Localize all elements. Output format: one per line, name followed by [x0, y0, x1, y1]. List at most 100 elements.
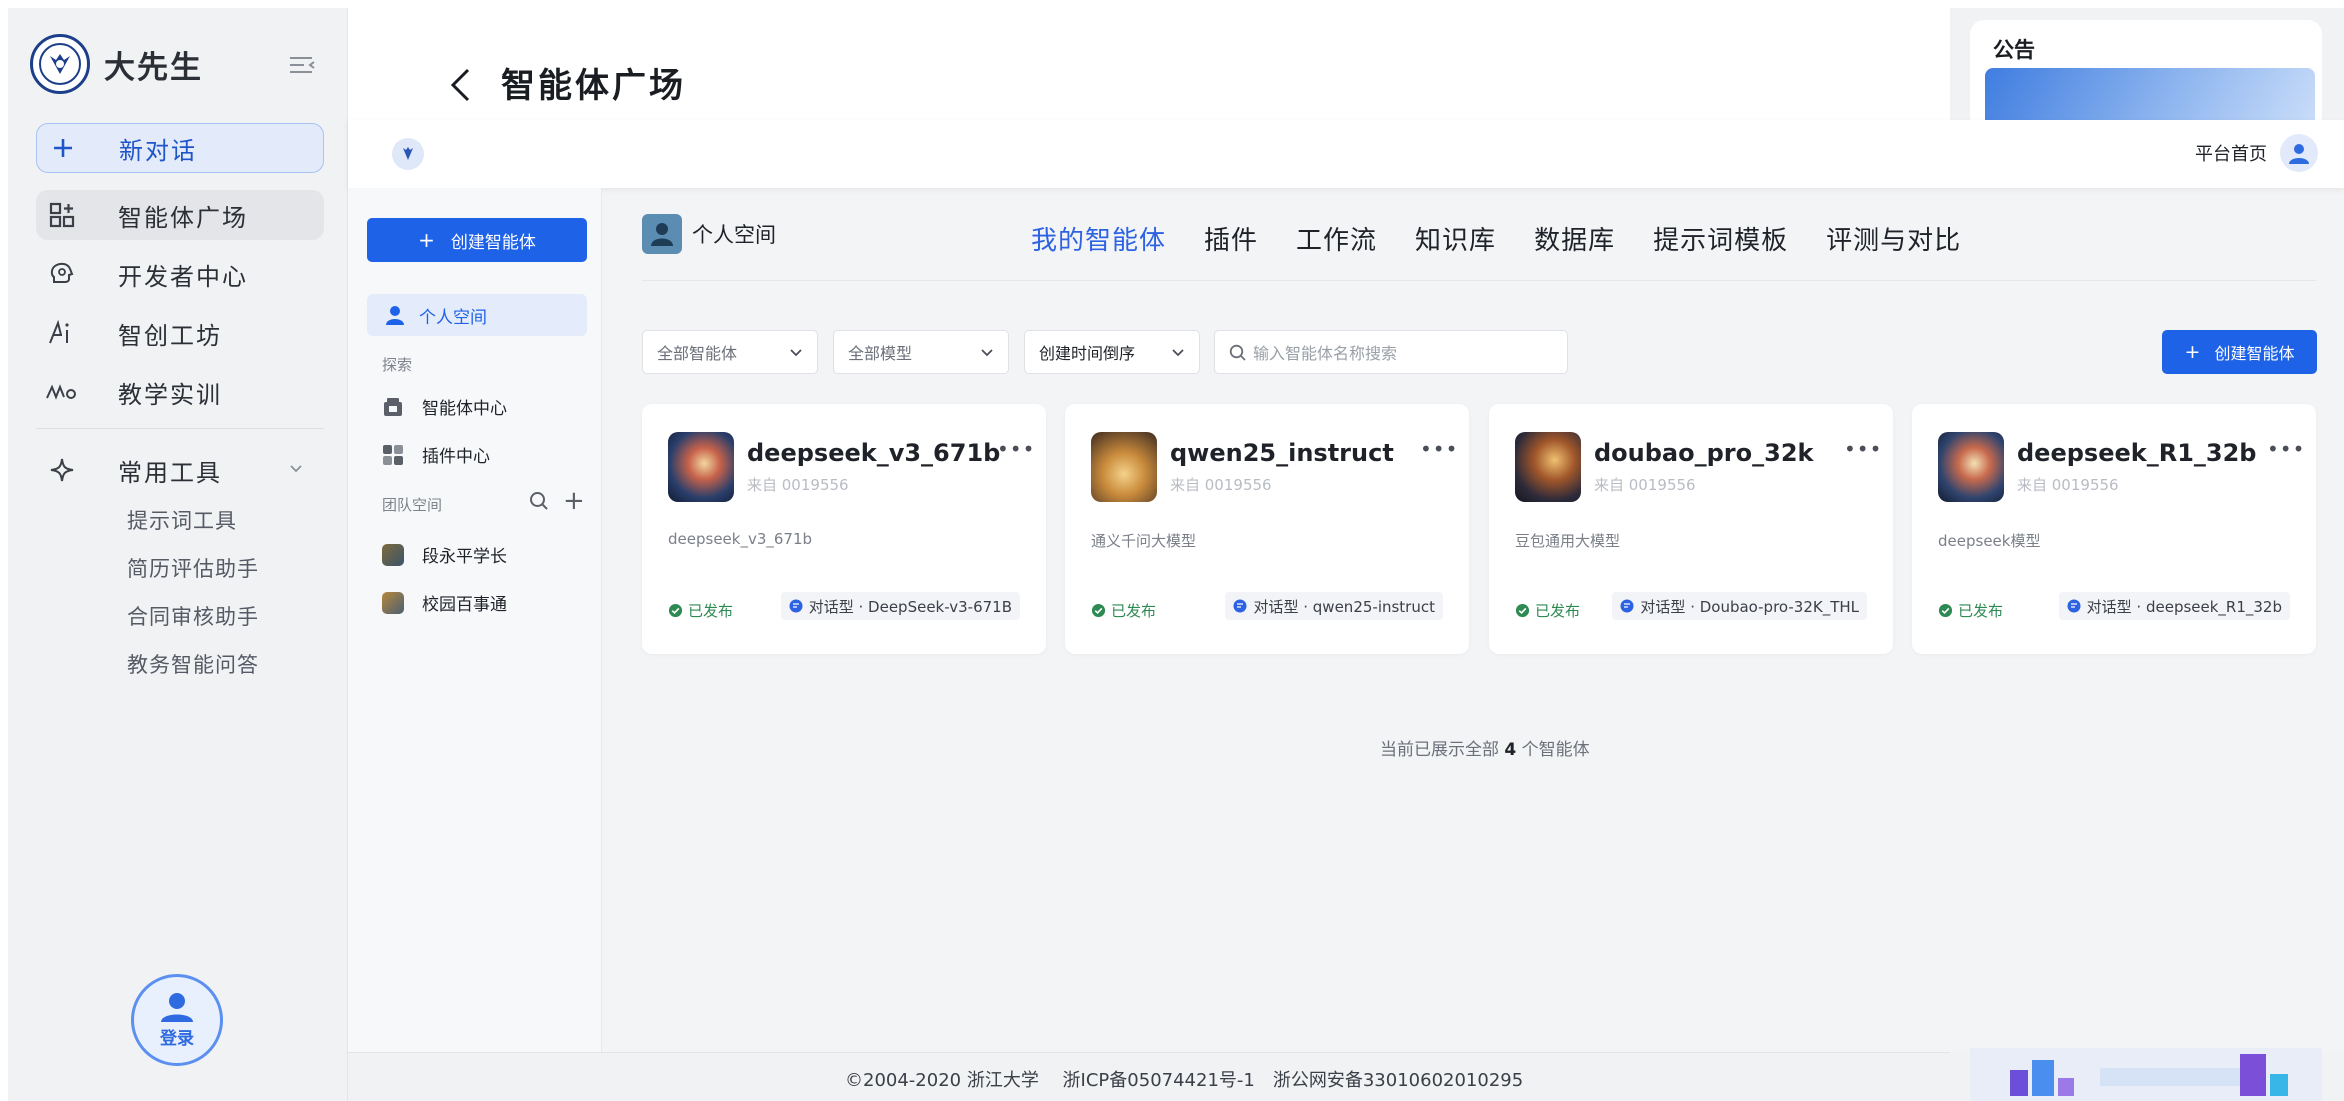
agent-card[interactable]: deepseek_R1_32b 来自 0019556 ••• deepseek模…	[1912, 404, 2316, 654]
agent-platform: 平台首页 + 创建智能体 个人空间 探索 智能体中心 插件中心 团队空间 + 段…	[348, 120, 2344, 1091]
team-item[interactable]: 校园百事通	[382, 590, 507, 615]
more-options-icon[interactable]: •••	[1844, 439, 1882, 459]
agent-type-select[interactable]: 全部智能体	[642, 330, 818, 374]
wave-icon	[44, 382, 80, 402]
new-chat-button[interactable]: 新对话	[36, 123, 324, 173]
university-logo-icon	[30, 34, 90, 94]
tab-my-agents[interactable]: 我的智能体	[1031, 220, 1166, 257]
space-avatar	[642, 214, 682, 254]
store-icon	[384, 397, 402, 416]
chat-bubble-icon	[1233, 599, 1247, 613]
status-label: 已发布	[1958, 602, 2004, 620]
new-chat-label: 新对话	[119, 136, 197, 165]
back-arrow-icon[interactable]	[448, 66, 472, 104]
add-team-icon[interactable]: +	[563, 488, 585, 514]
chevron-down-icon	[790, 349, 802, 357]
agent-card[interactable]: deepseek_v3_671b 来自 0019556 ••• deepseek…	[642, 404, 1046, 654]
check-circle-icon	[1091, 603, 1106, 618]
team-item-label: 段永平学长	[422, 547, 507, 567]
brand[interactable]: 大先生	[30, 34, 203, 94]
personal-space-label: 个人空间	[419, 307, 487, 328]
count-suffix: 个智能体	[1521, 740, 1590, 760]
more-options-icon[interactable]: •••	[2267, 439, 2305, 459]
login-button[interactable]: 登录	[131, 974, 223, 1066]
grid-plus-icon	[44, 201, 80, 229]
more-options-icon[interactable]: •••	[1420, 439, 1458, 459]
tool-item[interactable]: 合同审核助手	[127, 601, 259, 631]
team-item-label: 校园百事通	[422, 595, 507, 615]
count-number: 4	[1504, 740, 1517, 760]
more-options-icon[interactable]: •••	[997, 439, 1035, 459]
brain-icon	[44, 260, 80, 288]
page-header: 智能体广场	[348, 8, 1950, 120]
model-select[interactable]: 全部模型	[833, 330, 1009, 374]
sidebar-item-plugin-center[interactable]: 插件中心	[382, 442, 490, 467]
common-tools-toggle[interactable]: 常用工具	[36, 445, 324, 495]
agent-card[interactable]: doubao_pro_32k 来自 0019556 ••• 豆包通用大模型 已发…	[1489, 404, 1893, 654]
agent-thumbnail	[1091, 432, 1157, 502]
tool-item[interactable]: 提示词工具	[127, 505, 237, 535]
brand-name: 大先生	[104, 49, 203, 86]
search-icon	[1229, 344, 1246, 361]
search-icon[interactable]	[529, 491, 549, 511]
chevron-down-icon	[981, 349, 993, 357]
tool-item[interactable]: 简历评估助手	[127, 553, 259, 583]
sidebar-item-label: 教学实训	[118, 380, 222, 409]
main-content: 个人空间 我的智能体 插件 工作流 知识库 数据库 提示词模板 评测与对比 全部…	[602, 188, 2344, 1052]
team-item[interactable]: 段永平学长	[382, 542, 507, 567]
notice-panel[interactable]: 公告	[1970, 20, 2322, 130]
tab-database[interactable]: 数据库	[1534, 220, 1615, 257]
sidebar-item-personal-space[interactable]: 个人空间	[367, 294, 587, 336]
agent-name: qwen25_instruct	[1170, 439, 1394, 467]
model-tag: 对话型 · Doubao-pro-32K_THL	[1612, 592, 1867, 620]
platform-logo-icon[interactable]	[392, 138, 424, 170]
sidebar-item-creative-studio[interactable]: 智创工坊	[36, 308, 324, 358]
space-header: 个人空间	[642, 214, 776, 254]
sidebar-item-agent-center[interactable]: 智能体中心	[382, 394, 507, 419]
sidebar-item-teaching-training[interactable]: 教学实训	[36, 367, 324, 417]
check-circle-icon	[1938, 603, 1953, 618]
sidebar-item-developer-center[interactable]: 开发者中心	[36, 249, 324, 299]
model-label: 对话型 · Doubao-pro-32K_THL	[1640, 597, 1859, 616]
tab-plugins[interactable]: 插件	[1204, 220, 1258, 257]
agent-search-input[interactable]: 输入智能体名称搜索	[1214, 330, 1568, 374]
collapse-sidebar-icon[interactable]	[288, 54, 316, 76]
agent-center-label: 智能体中心	[422, 399, 507, 419]
platform-home-link[interactable]: 平台首页	[2195, 140, 2267, 166]
platform-topbar: 平台首页	[348, 120, 2344, 188]
chevron-down-icon	[1172, 349, 1184, 357]
tab-knowledge-base[interactable]: 知识库	[1415, 220, 1496, 257]
tab-prompt-templates[interactable]: 提示词模板	[1653, 220, 1788, 257]
sidebar-item-agent-square[interactable]: 智能体广场	[36, 190, 324, 240]
promo-illustration[interactable]	[1970, 1048, 2322, 1101]
model-tag: 对话型 · deepseek_R1_32b	[2058, 592, 2290, 620]
user-avatar[interactable]	[2280, 134, 2318, 172]
team-avatar	[382, 591, 404, 614]
create-agent-button[interactable]: + 创建智能体	[367, 218, 587, 262]
team-avatar	[382, 543, 404, 566]
page-title: 智能体广场	[501, 66, 686, 106]
plugin-center-label: 插件中心	[422, 447, 490, 467]
agent-description: 豆包通用大模型	[1515, 532, 1621, 550]
create-agent-button[interactable]: + 创建智能体	[2162, 330, 2317, 374]
agent-name: deepseek_v3_671b	[747, 439, 1001, 467]
tool-item[interactable]: 教务智能问答	[127, 649, 259, 679]
person-icon	[386, 306, 404, 325]
tab-evaluation[interactable]: 评测与对比	[1826, 220, 1961, 257]
plus-icon: +	[418, 228, 435, 252]
tab-workflows[interactable]: 工作流	[1296, 220, 1377, 257]
check-circle-icon	[668, 603, 683, 618]
sparkle-icon	[44, 457, 80, 483]
sort-select-value: 创建时间倒序	[1039, 344, 1136, 363]
footer: ©2004-2020 浙江大学 浙ICP备05074421号-1 浙公网安备33…	[348, 1052, 1950, 1101]
agent-card[interactable]: qwen25_instruct 来自 0019556 ••• 通义千问大模型 已…	[1065, 404, 1469, 654]
model-label: 对话型 · qwen25-instruct	[1253, 597, 1435, 616]
chevron-down-icon[interactable]	[288, 460, 304, 476]
sort-select[interactable]: 创建时间倒序	[1024, 330, 1200, 374]
agent-description: deepseek_v3_671b	[668, 530, 813, 548]
agent-thumbnail	[1515, 432, 1581, 502]
left-sidebar: 大先生 新对话 智能体广场 开发者中心 智创工坊 教学实训 常用工具 提示词工具…	[8, 8, 348, 1101]
agent-owner: 来自 0019556	[2017, 476, 2119, 494]
agent-owner: 来自 0019556	[1170, 476, 1272, 494]
model-tag: 对话型 · DeepSeek-v3-671B	[780, 592, 1020, 620]
